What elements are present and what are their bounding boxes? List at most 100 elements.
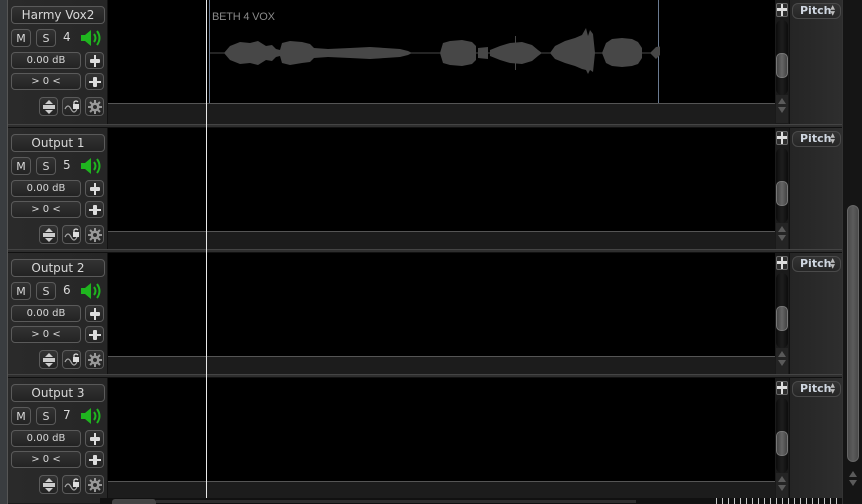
scroll-thumb[interactable] <box>776 181 788 206</box>
volume-display[interactable]: 0.00 dB <box>11 52 81 69</box>
pan-display[interactable]: > 0 < <box>11 73 81 90</box>
speaker-icon[interactable] <box>80 156 106 176</box>
zoom-ruler[interactable] <box>716 498 842 504</box>
mute-button[interactable]: M <box>11 282 31 300</box>
horizontal-scroll-track[interactable] <box>156 500 636 503</box>
track-lane[interactable] <box>108 253 775 356</box>
track-lane[interactable] <box>108 128 775 231</box>
pan-knob-button[interactable] <box>85 201 104 218</box>
track-name-button[interactable]: Output 2 <box>11 259 105 277</box>
volume-fader-button[interactable] <box>85 305 104 322</box>
audio-region[interactable]: BETH 4 VOX <box>209 0 660 103</box>
track-height-button[interactable] <box>39 97 58 116</box>
track-harmy-vox2: Harmy Vox2 M S 4 0.00 dB > 0 < BETH 4 VO… <box>8 0 862 125</box>
scroll-arrows[interactable] <box>776 473 788 501</box>
region-label: BETH 4 VOX <box>212 11 275 23</box>
parameter-select[interactable]: Pitch ▲ ▼ <box>792 256 841 272</box>
mute-button[interactable]: M <box>11 29 31 47</box>
pan-icon <box>88 76 101 88</box>
volume-fader-button[interactable] <box>85 180 104 197</box>
pan-knob-button[interactable] <box>85 326 104 343</box>
volume-fader-button[interactable] <box>85 52 104 69</box>
updown-icon: ▲ ▼ <box>830 382 835 395</box>
gear-icon <box>87 99 102 114</box>
pan-knob-button[interactable] <box>85 73 104 90</box>
scroll-arrows[interactable] <box>776 223 788 251</box>
parameter-select[interactable]: Pitch ▲ ▼ <box>792 131 841 147</box>
scroll-arrows[interactable] <box>776 95 788 123</box>
scroll-down-icon[interactable] <box>778 360 786 366</box>
automation-lock-button[interactable] <box>62 475 81 494</box>
speaker-icon[interactable] <box>80 406 106 426</box>
scroll-down-icon[interactable] <box>778 485 786 491</box>
scroll-thumb[interactable] <box>776 53 788 78</box>
tracks-scroll-thumb[interactable] <box>847 205 859 462</box>
mute-button[interactable]: M <box>11 407 31 425</box>
volume-fader-button[interactable] <box>85 430 104 447</box>
mute-button[interactable]: M <box>11 157 31 175</box>
track-output-1: Output 1 M S 5 0.00 dB > 0 < Pitch ▲ ▼ <box>8 128 862 253</box>
parameter-select[interactable]: Pitch ▲ ▼ <box>792 3 841 19</box>
scroll-down-icon[interactable] <box>778 107 786 113</box>
automation-lock-button[interactable] <box>62 350 81 369</box>
scroll-up-icon[interactable] <box>778 476 786 482</box>
add-lane-button[interactable] <box>776 3 788 17</box>
playhead-cursor[interactable] <box>206 0 207 500</box>
tracks-scroll-arrows[interactable] <box>846 468 860 498</box>
scroll-up-icon[interactable] <box>778 98 786 104</box>
add-lane-button[interactable] <box>776 381 788 395</box>
speaker-icon[interactable] <box>80 28 106 48</box>
pan-display[interactable]: > 0 < <box>11 326 81 343</box>
parameter-label: Pitch <box>800 4 832 17</box>
track-name-button[interactable]: Output 1 <box>11 134 105 152</box>
track-lane[interactable] <box>108 378 775 481</box>
scroll-up-icon[interactable] <box>778 226 786 232</box>
solo-button[interactable]: S <box>36 282 56 300</box>
parameter-panel: Pitch ▲ ▼ <box>789 253 842 378</box>
pan-display[interactable]: > 0 < <box>11 451 81 468</box>
track-settings-button[interactable] <box>85 97 104 116</box>
track-height-button[interactable] <box>39 225 58 244</box>
scroll-up-icon[interactable] <box>849 471 857 477</box>
pan-knob-button[interactable] <box>85 451 104 468</box>
speaker-icon[interactable] <box>80 281 106 301</box>
track-name-button[interactable]: Output 3 <box>11 384 105 402</box>
track-number: 4 <box>63 30 71 44</box>
volume-display[interactable]: 0.00 dB <box>11 430 81 447</box>
lane-scrollbar[interactable] <box>775 0 789 125</box>
track-name-button[interactable]: Harmy Vox2 <box>11 6 105 24</box>
scroll-down-icon[interactable] <box>778 235 786 241</box>
automation-lock-button[interactable] <box>62 97 81 116</box>
track-lane[interactable]: BETH 4 VOX <box>108 0 775 103</box>
scroll-up-icon[interactable] <box>778 351 786 357</box>
track-settings-button[interactable] <box>85 225 104 244</box>
add-lane-button[interactable] <box>776 256 788 270</box>
horizontal-scroll-thumb[interactable] <box>112 499 156 504</box>
parameter-select[interactable]: Pitch ▲ ▼ <box>792 381 841 397</box>
automation-lane[interactable] <box>108 103 775 125</box>
lane-scrollbar[interactable] <box>775 253 789 378</box>
track-settings-button[interactable] <box>85 350 104 369</box>
fader-icon <box>89 182 101 195</box>
solo-button[interactable]: S <box>36 157 56 175</box>
scroll-arrows[interactable] <box>776 348 788 376</box>
scroll-thumb[interactable] <box>776 431 788 456</box>
scroll-down-icon[interactable] <box>849 480 857 486</box>
pan-display[interactable]: > 0 < <box>11 201 81 218</box>
track-settings-button[interactable] <box>85 475 104 494</box>
solo-button[interactable]: S <box>36 407 56 425</box>
lane-scrollbar[interactable] <box>775 378 789 503</box>
solo-button[interactable]: S <box>36 29 56 47</box>
track-height-button[interactable] <box>39 350 58 369</box>
track-height-button[interactable] <box>39 475 58 494</box>
gear-icon <box>87 477 102 492</box>
track-height-icon <box>42 477 56 492</box>
automation-lock-button[interactable] <box>62 225 81 244</box>
volume-display[interactable]: 0.00 dB <box>11 305 81 322</box>
window-left-edge <box>0 0 8 504</box>
volume-display[interactable]: 0.00 dB <box>11 180 81 197</box>
lane-scrollbar[interactable] <box>775 128 789 253</box>
tracks-vertical-scrollbar[interactable] <box>842 0 862 504</box>
add-lane-button[interactable] <box>776 131 788 145</box>
scroll-thumb[interactable] <box>776 306 788 331</box>
